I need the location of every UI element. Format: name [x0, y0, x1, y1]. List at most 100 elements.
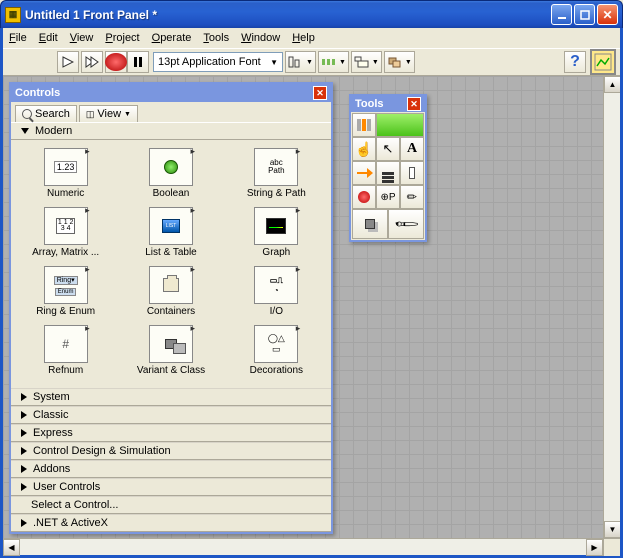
vi-icon[interactable]: [590, 49, 616, 75]
menu-edit[interactable]: Edit: [39, 32, 58, 44]
scroll-right-button[interactable]: ▶: [586, 539, 603, 556]
run-button[interactable]: [57, 51, 79, 73]
category-select-label: Select a Control...: [31, 499, 118, 511]
window-titlebar: ▦ Untitled 1 Front Panel * ✕: [0, 0, 623, 28]
boolean-item[interactable]: ▸: [149, 148, 193, 186]
triangle-right-icon: [21, 393, 27, 401]
ring-enum-item[interactable]: Ring▾Enum▸: [44, 266, 88, 304]
text-tool[interactable]: A: [400, 137, 424, 161]
auto-tool-button[interactable]: [352, 113, 376, 137]
breakpoint-tool[interactable]: [352, 185, 376, 209]
variant-class-item[interactable]: ▸: [149, 325, 193, 363]
category-express[interactable]: Express: [11, 424, 331, 442]
refnum-item[interactable]: #▸: [44, 325, 88, 363]
triangle-right-icon: [21, 447, 27, 455]
reorder-button[interactable]: ▼: [384, 51, 415, 73]
menu-project[interactable]: Project: [105, 32, 139, 44]
category-classic[interactable]: Classic: [11, 406, 331, 424]
menu-tools[interactable]: Tools: [203, 32, 229, 44]
modern-grid: 1.23▸Numeric ▸Boolean abcPath▸String & P…: [11, 140, 331, 388]
font-label: 13pt Application Font: [158, 56, 261, 68]
color-tool-fg[interactable]: 🖌: [388, 209, 424, 239]
vertical-scrollbar[interactable]: ▲ ▼: [603, 76, 620, 538]
controls-palette-titlebar[interactable]: Controls ✕: [11, 84, 331, 102]
color-copy-tool[interactable]: ✎: [400, 185, 424, 209]
probe-tool[interactable]: ⊕P: [376, 185, 400, 209]
variant-label: Variant & Class: [137, 365, 205, 376]
category-dotnet[interactable]: .NET & ActiveX: [11, 514, 331, 532]
operate-tool[interactable]: ☝: [352, 137, 376, 161]
view-label: View: [97, 108, 121, 120]
decorations-item[interactable]: ◯△▭▸: [254, 325, 298, 363]
view-tab[interactable]: ◫ View ▼: [79, 105, 138, 122]
distribute-button[interactable]: ▼: [318, 51, 349, 73]
context-help-button[interactable]: ?: [564, 51, 586, 73]
array-item[interactable]: 1 1 23 4▸: [44, 207, 88, 245]
string-path-item[interactable]: abcPath▸: [254, 148, 298, 186]
controls-palette-close-button[interactable]: ✕: [313, 86, 327, 100]
pause-button[interactable]: [127, 51, 149, 73]
maximize-button[interactable]: [574, 4, 595, 25]
tools-palette-titlebar[interactable]: Tools ✕: [351, 96, 425, 112]
position-tool[interactable]: ↖: [376, 137, 400, 161]
menu-help[interactable]: Help: [292, 32, 315, 44]
color-tool-bg[interactable]: [352, 209, 388, 239]
graph-label: Graph: [262, 247, 290, 258]
scroll-tool[interactable]: [400, 161, 424, 185]
containers-label: Containers: [147, 306, 195, 317]
category-user[interactable]: User Controls: [11, 478, 331, 496]
category-modern[interactable]: Modern: [11, 122, 331, 140]
auto-tool-indicator[interactable]: [376, 113, 424, 137]
category-dotnet-label: .NET & ActiveX: [33, 517, 108, 529]
category-select[interactable]: Select a Control...: [11, 496, 331, 514]
scroll-corner: [603, 539, 620, 556]
search-tab[interactable]: Search: [15, 105, 77, 122]
menu-operate[interactable]: Operate: [152, 32, 192, 44]
category-system-label: System: [33, 391, 70, 403]
close-button[interactable]: ✕: [597, 4, 618, 25]
horizontal-scrollbar[interactable]: ◀ ▶: [3, 538, 620, 555]
chevron-down-icon: ▼: [124, 111, 131, 118]
window-frame: File Edit View Project Operate Tools Win…: [0, 28, 623, 558]
scroll-track[interactable]: [20, 539, 586, 555]
wiring-tool[interactable]: [352, 161, 376, 185]
abort-button[interactable]: [105, 51, 127, 73]
menu-view[interactable]: View: [70, 32, 94, 44]
triangle-right-icon: [21, 519, 27, 527]
string-label: String & Path: [247, 188, 306, 199]
front-panel-workarea[interactable]: ▲ ▼ Controls ✕ Search ◫ View ▼: [3, 76, 620, 538]
tools-palette-close-button[interactable]: ✕: [407, 97, 421, 111]
window-title: Untitled 1 Front Panel *: [25, 8, 549, 22]
resize-button[interactable]: ▼: [351, 51, 382, 73]
ring-label: Ring & Enum: [36, 306, 95, 317]
search-label: Search: [35, 108, 70, 120]
category-express-label: Express: [33, 427, 73, 439]
font-selector[interactable]: 13pt Application Font ▼: [153, 52, 283, 72]
numeric-item[interactable]: 1.23▸: [44, 148, 88, 186]
scroll-track[interactable]: [604, 93, 620, 521]
category-addons[interactable]: Addons: [11, 460, 331, 478]
io-item[interactable]: ▭⎍◔▸: [254, 266, 298, 304]
containers-item[interactable]: ▸: [149, 266, 193, 304]
category-cds[interactable]: Control Design & Simulation: [11, 442, 331, 460]
minimize-button[interactable]: [551, 4, 572, 25]
triangle-right-icon: [21, 483, 27, 491]
triangle-down-icon: [21, 128, 29, 134]
triangle-right-icon: [21, 429, 27, 437]
scroll-left-button[interactable]: ◀: [3, 539, 20, 556]
category-classic-label: Classic: [33, 409, 68, 421]
run-continuous-button[interactable]: [81, 51, 103, 73]
menu-file[interactable]: File: [9, 32, 27, 44]
shortcut-menu-tool[interactable]: [376, 161, 400, 185]
category-system[interactable]: System: [11, 388, 331, 406]
numeric-label: Numeric: [47, 188, 84, 199]
tools-palette-title: Tools: [355, 98, 384, 110]
menu-window[interactable]: Window: [241, 32, 280, 44]
align-button[interactable]: ▼: [285, 51, 316, 73]
graph-item[interactable]: ▸: [254, 207, 298, 245]
list-table-item[interactable]: LIST▸: [149, 207, 193, 245]
scroll-down-button[interactable]: ▼: [604, 521, 620, 538]
io-label: I/O: [270, 306, 283, 317]
search-icon: [22, 109, 32, 119]
scroll-up-button[interactable]: ▲: [604, 76, 620, 93]
